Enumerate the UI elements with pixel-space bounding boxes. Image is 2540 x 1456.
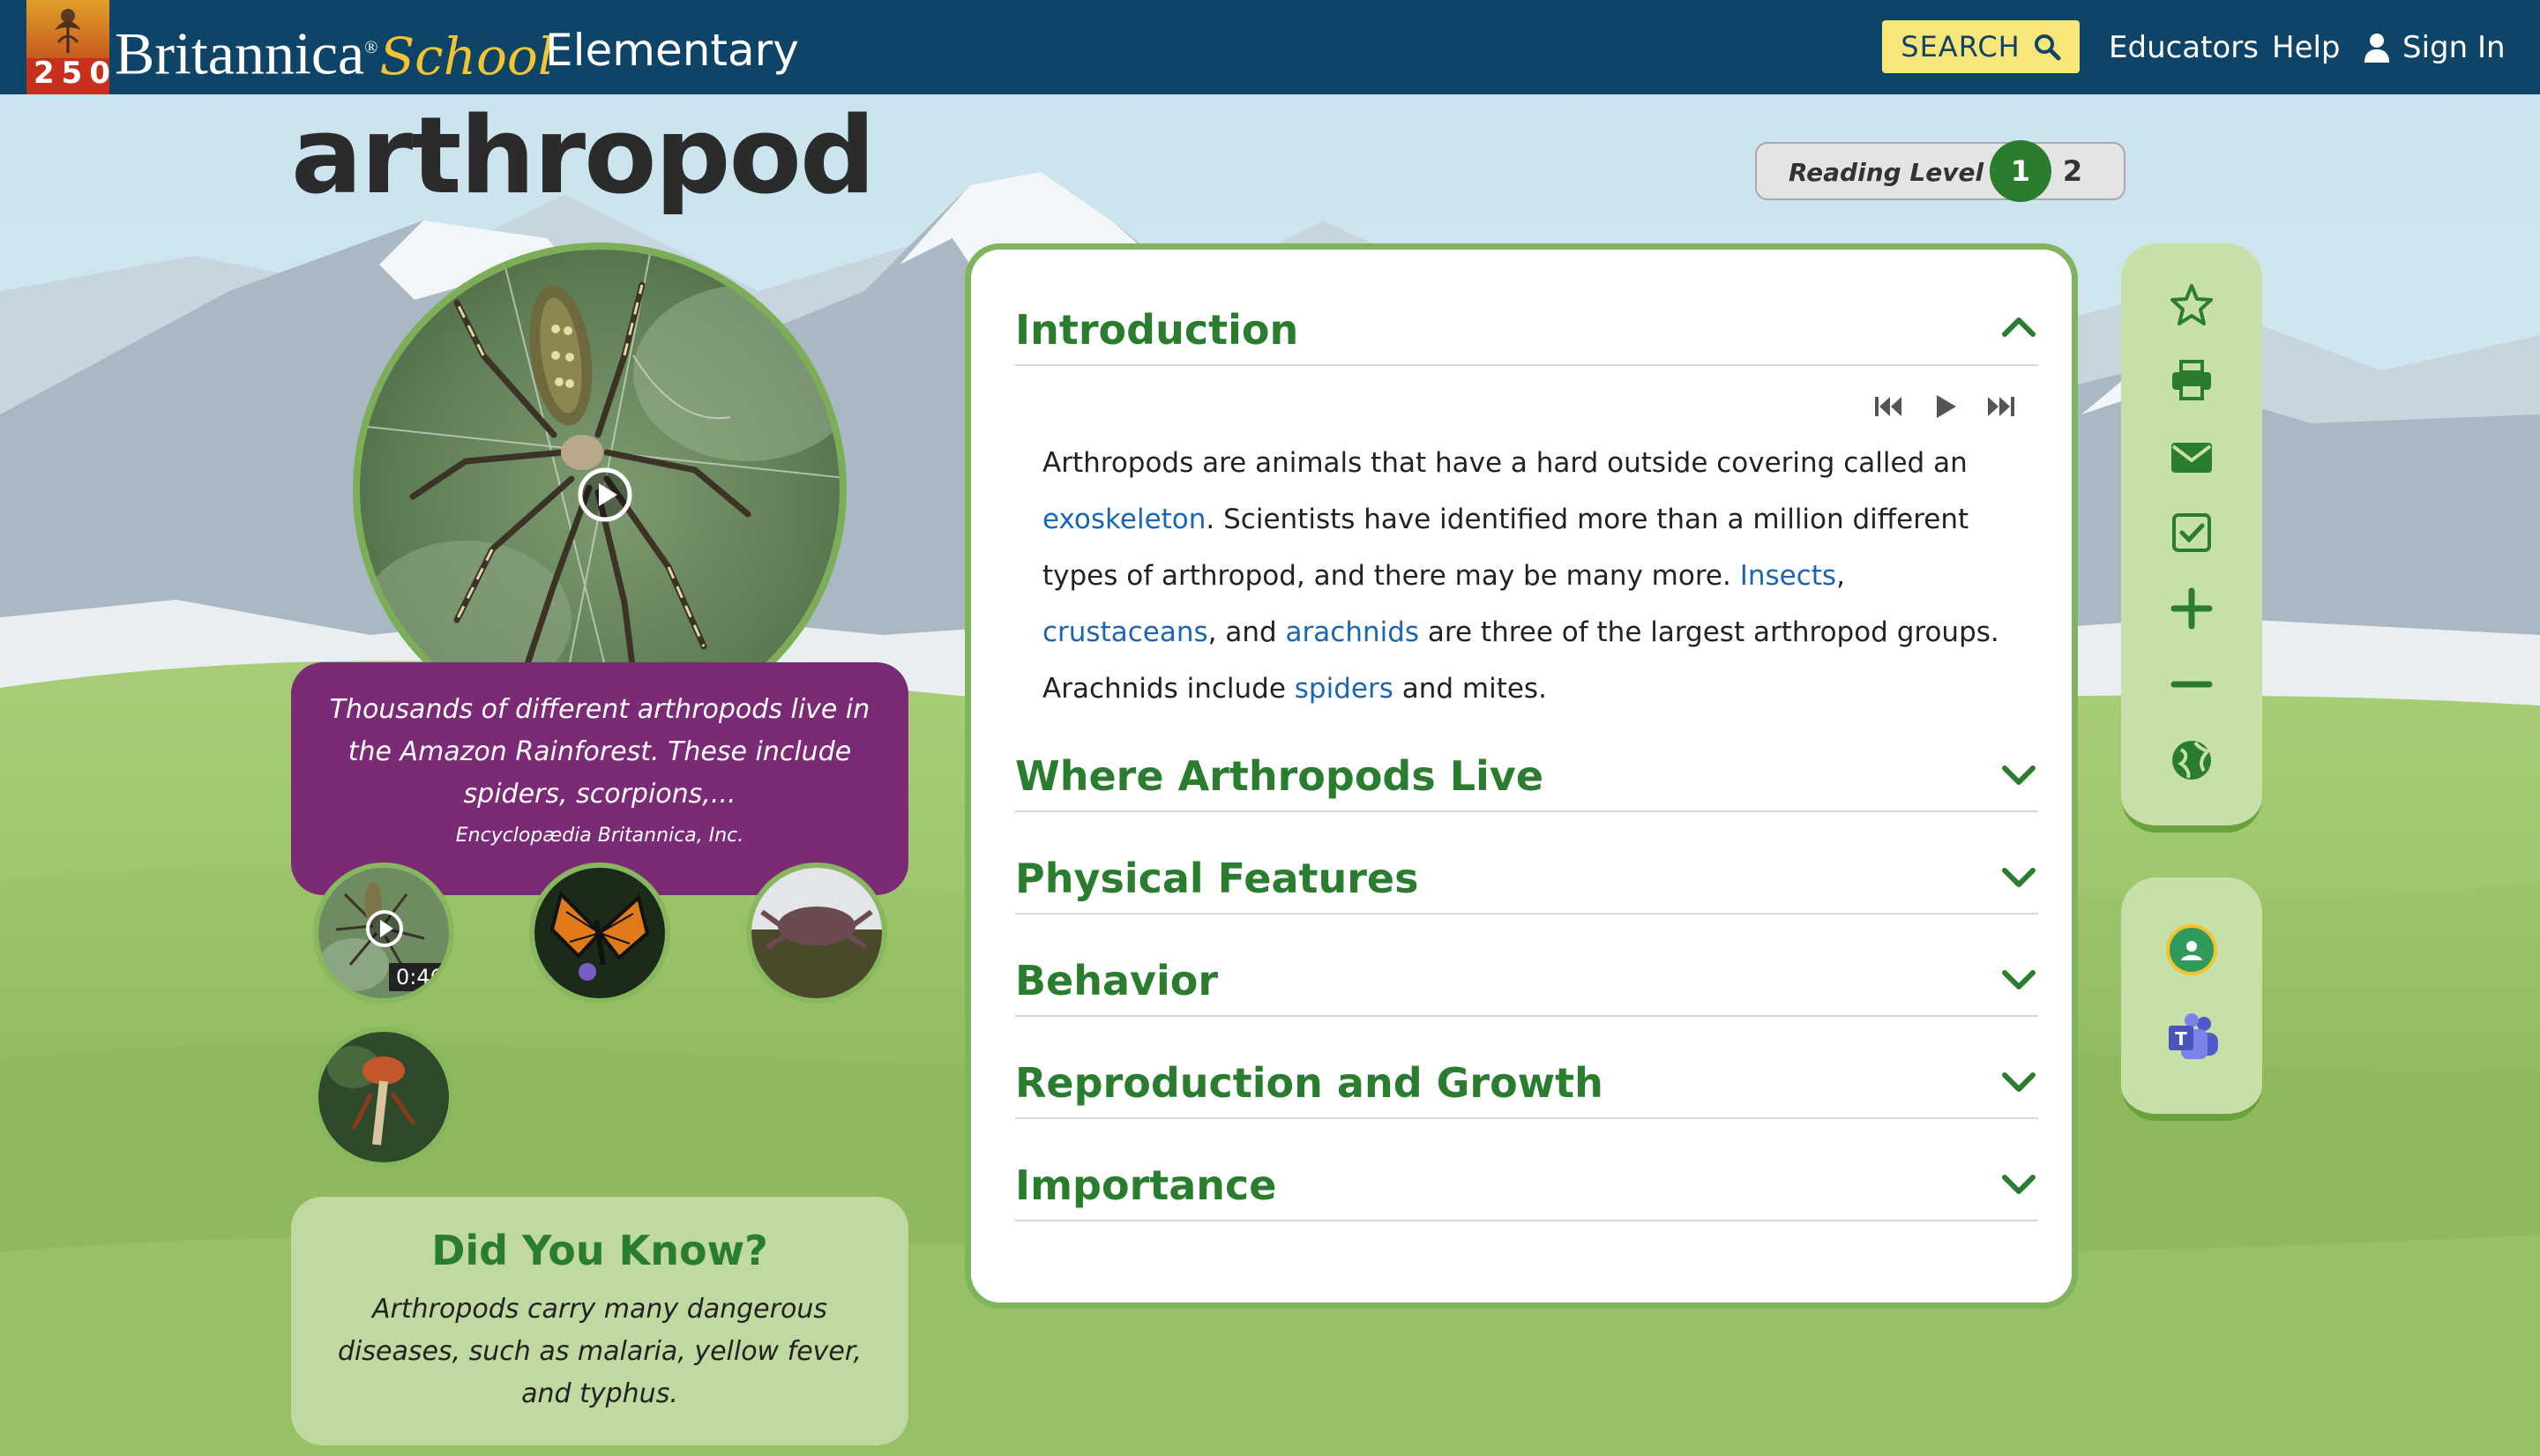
intro-text-1: Arthropods are animals that have a hard … xyxy=(1042,447,1968,479)
minus-icon[interactable] xyxy=(2169,661,2215,707)
svg-text:T: T xyxy=(2175,1028,2187,1049)
skip-back-icon[interactable] xyxy=(1872,392,1904,421)
section-title: Reproduction and Growth xyxy=(1015,1059,1603,1107)
media-credit: Encyclopædia Britannica, Inc. xyxy=(455,825,744,847)
reading-level-2-button[interactable]: 2 xyxy=(2055,153,2090,190)
share-panel: T xyxy=(2121,877,2262,1121)
play-icon xyxy=(366,910,403,947)
chevron-up-icon[interactable] xyxy=(1999,308,2038,347)
media-thumbnail-butterfly[interactable] xyxy=(529,862,670,1004)
chevron-down-icon[interactable] xyxy=(1999,756,2038,795)
britannica-250-badge-logo[interactable]: 250 xyxy=(26,0,109,94)
article-tools-panel xyxy=(2121,243,2262,833)
email-icon[interactable] xyxy=(2169,434,2215,480)
media-thumbnail-insect[interactable] xyxy=(313,1027,454,1168)
play-video-icon[interactable] xyxy=(577,467,633,523)
top-navigation-bar: 250 Britannica®School Elementary SEARCH … xyxy=(0,0,2540,94)
chevron-down-icon[interactable] xyxy=(1999,1063,2038,1101)
reading-level-label: Reading Level xyxy=(1789,158,1984,187)
search-button[interactable]: SEARCH xyxy=(1882,20,2080,73)
link-insects[interactable]: Insects xyxy=(1740,560,1836,592)
section-importance-header[interactable]: Importance xyxy=(1015,1158,2038,1221)
globe-icon[interactable] xyxy=(2169,737,2215,783)
intro-text-3: , and xyxy=(1207,616,1286,648)
brand-school: School xyxy=(379,26,555,86)
page-title: arthropod xyxy=(291,95,876,218)
butterfly-thumbnail-image xyxy=(534,868,665,998)
nav-educators-link[interactable]: Educators xyxy=(2109,30,2259,65)
checkbox-icon[interactable] xyxy=(2169,510,2215,556)
section-where-arthropods-live-header[interactable]: Where Arthropods Live xyxy=(1015,749,2038,812)
section-title: Where Arthropods Live xyxy=(1015,752,1544,800)
section-reproduction-and-growth-header[interactable]: Reproduction and Growth xyxy=(1015,1056,2038,1119)
chevron-down-icon[interactable] xyxy=(1999,960,2038,999)
brand-level[interactable]: Elementary xyxy=(545,25,799,76)
sign-in-link[interactable]: Sign In xyxy=(2364,30,2506,65)
print-icon[interactable] xyxy=(2169,358,2215,404)
thistle-emblem-icon xyxy=(55,9,81,53)
media-caption: Thousands of different arthropods live i… xyxy=(291,662,908,895)
registered-mark-icon: ® xyxy=(364,38,378,57)
link-spiders[interactable]: spiders xyxy=(1295,673,1393,705)
section-title: Introduction xyxy=(1015,306,1299,354)
did-you-know-title: Did You Know? xyxy=(431,1227,768,1274)
brand-name: Britannica xyxy=(115,19,365,87)
nav-help-link[interactable]: Help xyxy=(2272,30,2341,65)
section-title: Behavior xyxy=(1015,957,1219,1004)
did-you-know-text: Arthropods carry many dangerous diseases… xyxy=(338,1294,862,1409)
microsoft-teams-icon[interactable]: T xyxy=(2165,1012,2222,1064)
intro-comma: , xyxy=(1836,560,1845,592)
google-classroom-icon[interactable] xyxy=(2165,923,2218,976)
search-icon xyxy=(2034,34,2061,61)
section-behavior-header[interactable]: Behavior xyxy=(1015,953,2038,1017)
video-duration: 0:46 xyxy=(389,963,449,991)
did-you-know-box: Did You Know? Arthropods carry many dang… xyxy=(291,1197,908,1445)
brand-logo[interactable]: Britannica®School xyxy=(115,12,554,92)
media-thumbnail-spider-video[interactable]: 0:46 xyxy=(313,862,454,1004)
section-title: Importance xyxy=(1015,1161,1277,1209)
badge-number: 250 xyxy=(34,56,109,91)
search-button-label: SEARCH xyxy=(1901,30,2021,63)
star-icon[interactable] xyxy=(2169,282,2215,328)
introduction-body-text: Arthropods are animals that have a hard … xyxy=(1042,435,2013,717)
reading-level-1-button[interactable]: 1 xyxy=(1990,140,2051,202)
article-content-card: Introduction Arthropods are animals that… xyxy=(965,243,2078,1309)
plus-icon[interactable] xyxy=(2169,586,2215,631)
skip-forward-icon[interactable] xyxy=(1985,392,2017,421)
link-arachnids[interactable]: arachnids xyxy=(1286,616,1420,648)
section-physical-features-header[interactable]: Physical Features xyxy=(1015,851,2038,915)
user-icon xyxy=(2364,34,2389,63)
intro-text-5: and mites. xyxy=(1393,673,1547,705)
insect-thumbnail-image xyxy=(318,1032,449,1162)
media-caption-text: Thousands of different arthropods live i… xyxy=(329,694,870,810)
chevron-down-icon[interactable] xyxy=(1999,858,2038,897)
section-title: Physical Features xyxy=(1015,855,1419,902)
sign-in-label: Sign In xyxy=(2402,30,2506,65)
chevron-down-icon[interactable] xyxy=(1999,1165,2038,1204)
link-exoskeleton[interactable]: exoskeleton xyxy=(1042,504,1206,535)
play-audio-icon[interactable] xyxy=(1929,392,1961,421)
media-thumbnail-crab[interactable] xyxy=(746,862,887,1004)
link-crustaceans[interactable]: crustaceans xyxy=(1042,616,1208,648)
section-introduction-header[interactable]: Introduction xyxy=(1015,302,2038,366)
crab-thumbnail-image xyxy=(751,868,882,998)
